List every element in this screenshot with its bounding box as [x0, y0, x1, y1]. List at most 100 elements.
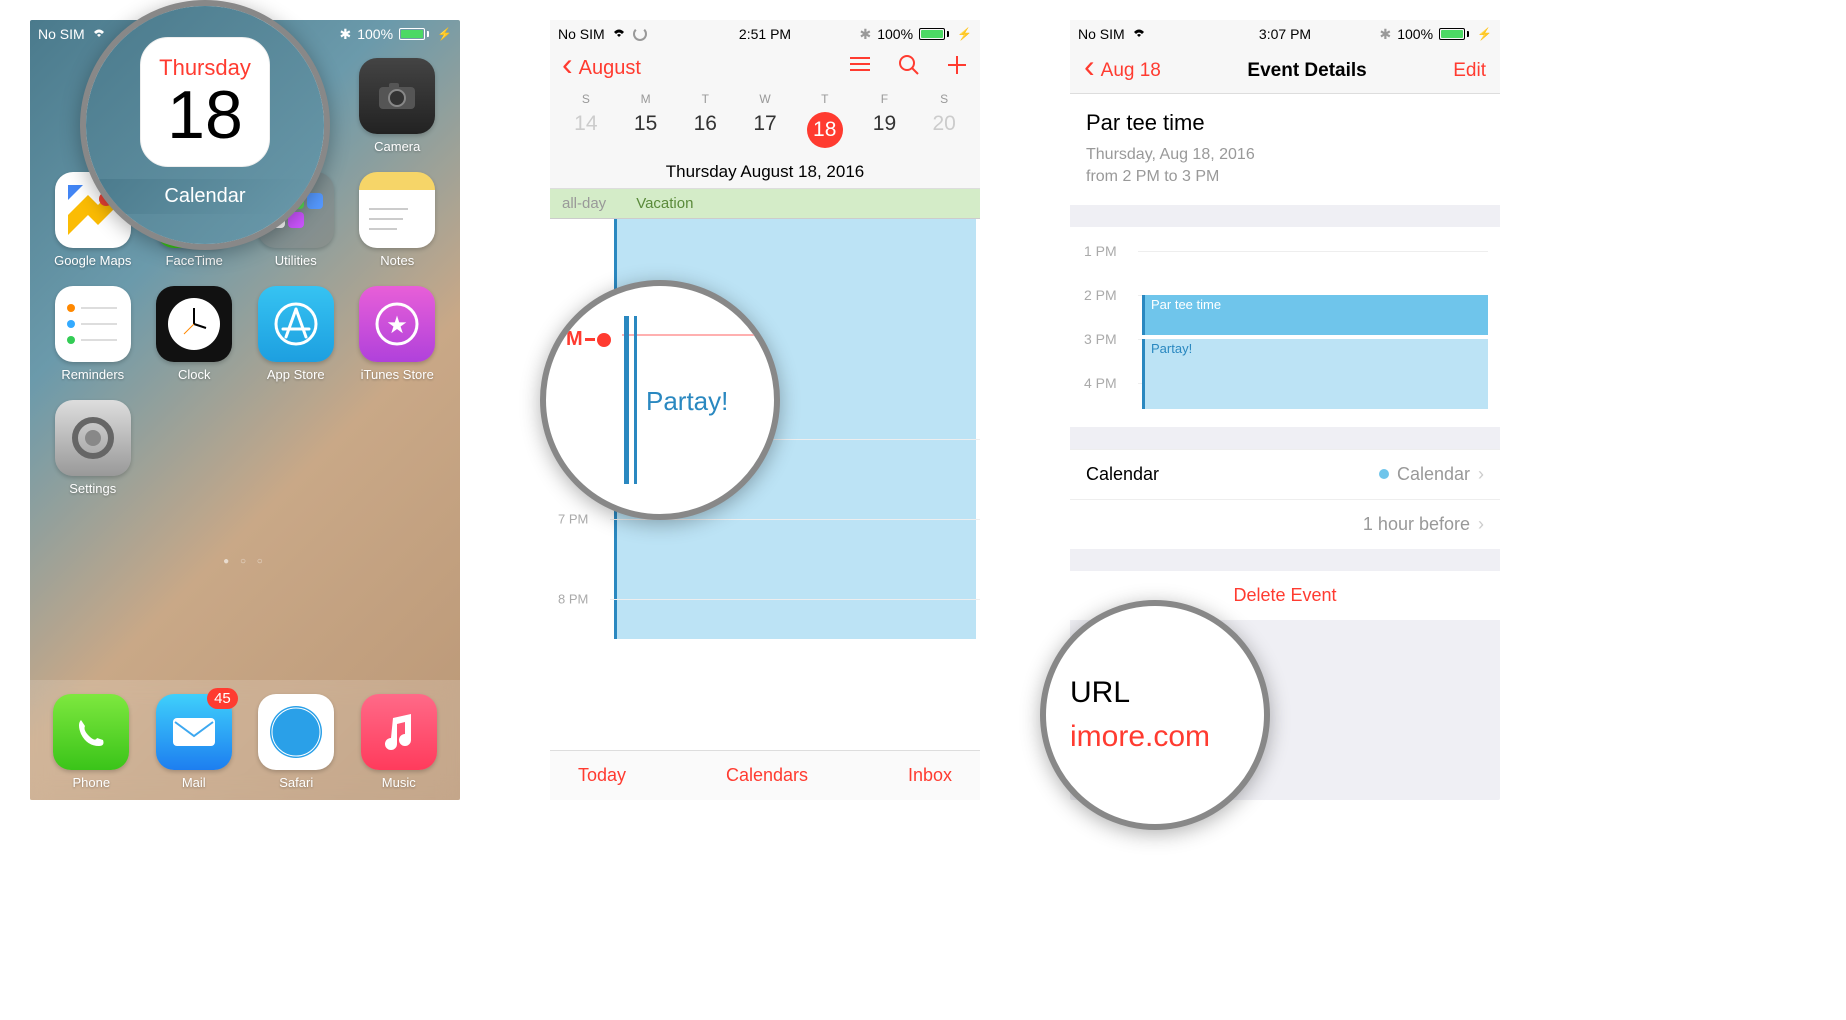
- app-label: Reminders: [61, 367, 124, 382]
- appstore-icon: [258, 286, 334, 362]
- app-settings[interactable]: Settings: [48, 400, 138, 496]
- weekday: T: [675, 92, 735, 106]
- settings-icon: [55, 400, 131, 476]
- calendar-app-icon[interactable]: Thursday 18: [140, 37, 270, 167]
- mini-schedule: 1 PM 2 PM 3 PM 4 PM Par tee time Partay!: [1070, 227, 1500, 427]
- hour-label: 2 PM: [1084, 287, 1117, 303]
- charging-icon: ⚡: [1477, 27, 1492, 41]
- wifi-icon: [611, 26, 627, 42]
- url-label: URL: [1070, 676, 1130, 710]
- weekday: T: [795, 92, 855, 106]
- calendar-day-view: No SIM 2:51 PM ✱ 100% ⚡ August S M T W T…: [550, 20, 980, 800]
- event-date: Thursday, Aug 18, 2016: [1086, 144, 1484, 166]
- page-title: Event Details: [1247, 60, 1366, 82]
- time-label: 3:07 PM: [1259, 26, 1311, 42]
- app-clock[interactable]: Clock: [150, 286, 240, 382]
- date-cell[interactable]: 16: [675, 112, 735, 148]
- app-label: Mail: [182, 775, 206, 790]
- notes-icon: [359, 172, 435, 248]
- calendars-button[interactable]: Calendars: [726, 765, 808, 786]
- mini-event[interactable]: Par tee time: [1142, 295, 1488, 335]
- row-value: 1 hour before: [1363, 514, 1470, 535]
- date-cell[interactable]: 17: [735, 112, 795, 148]
- chevron-left-icon: [562, 56, 577, 81]
- now-dot-icon: [597, 333, 611, 347]
- app-music[interactable]: Music: [361, 694, 437, 790]
- app-safari[interactable]: Safari: [258, 694, 334, 790]
- app-itunes[interactable]: ★ iTunes Store: [353, 286, 443, 382]
- back-button[interactable]: August: [562, 56, 641, 81]
- zoom-callout-event: M Partay!: [540, 280, 780, 520]
- app-mail[interactable]: 45 Mail: [156, 694, 232, 790]
- carrier-label: No SIM: [1078, 26, 1125, 42]
- status-bar: No SIM 3:07 PM ✱ 100% ⚡: [1070, 20, 1500, 48]
- event-details-view: No SIM 3:07 PM ✱ 100% ⚡ Aug 18 Event Det…: [1070, 20, 1500, 800]
- event-title[interactable]: Partay!: [646, 386, 728, 417]
- search-icon[interactable]: [898, 54, 920, 82]
- inbox-button[interactable]: Inbox: [908, 765, 952, 786]
- wifi-icon: [1131, 26, 1147, 42]
- app-notes[interactable]: Notes: [353, 172, 443, 268]
- now-label: M: [566, 328, 583, 351]
- add-event-icon[interactable]: [946, 54, 968, 82]
- row-value: Calendar: [1397, 464, 1470, 485]
- clock-icon: [156, 286, 232, 362]
- weekday-header: S M T W T F S: [550, 88, 980, 108]
- url-value[interactable]: imore.com: [1070, 720, 1210, 754]
- mini-event[interactable]: Partay!: [1142, 339, 1488, 409]
- carrier-label: No SIM: [38, 26, 85, 42]
- date-cell[interactable]: 14: [556, 112, 616, 148]
- page-dots[interactable]: ● ○ ○: [30, 556, 460, 567]
- mail-icon: 45: [156, 694, 232, 770]
- list-view-icon[interactable]: [848, 54, 872, 82]
- app-camera[interactable]: Camera: [353, 58, 443, 154]
- chevron-right-icon: ›: [1478, 514, 1484, 535]
- battery-icon: [1439, 28, 1469, 40]
- date-cell-selected[interactable]: 18: [795, 112, 855, 148]
- app-label: FaceTime: [166, 253, 223, 268]
- app-phone[interactable]: Phone: [53, 694, 129, 790]
- app-label: Phone: [72, 775, 110, 790]
- today-button[interactable]: Today: [578, 765, 626, 786]
- day-number: 18: [167, 81, 243, 149]
- bluetooth-icon: ✱: [340, 26, 352, 43]
- event-time: from 2 PM to 3 PM: [1086, 166, 1484, 188]
- nav-bar: August: [550, 48, 980, 88]
- hour-label: 8 PM: [558, 592, 588, 607]
- back-label: August: [579, 57, 641, 80]
- all-day-label: all-day: [562, 195, 606, 212]
- bluetooth-icon: ✱: [860, 26, 872, 43]
- app-reminders[interactable]: Reminders: [48, 286, 138, 382]
- date-cell[interactable]: 20: [914, 112, 974, 148]
- camera-icon: [359, 58, 435, 134]
- app-label: Calendar: [86, 179, 324, 214]
- weekday: W: [735, 92, 795, 106]
- row-label: Calendar: [1086, 464, 1159, 485]
- charging-icon: ⚡: [957, 27, 972, 41]
- chevron-right-icon: ›: [1478, 464, 1484, 485]
- all-day-row[interactable]: all-day Vacation: [550, 189, 980, 219]
- weekday: F: [855, 92, 915, 106]
- date-cell[interactable]: 19: [855, 112, 915, 148]
- zoom-callout-url: URL imore.com: [1040, 600, 1270, 830]
- battery-percent: 100%: [1397, 26, 1433, 42]
- edit-button[interactable]: Edit: [1453, 60, 1486, 82]
- weekday: S: [914, 92, 974, 106]
- charging-icon: ⚡: [437, 27, 452, 41]
- app-label: Google Maps: [54, 253, 131, 268]
- weekday: S: [556, 92, 616, 106]
- alert-row[interactable]: 1 hour before ›: [1070, 499, 1500, 549]
- date-cell[interactable]: 15: [616, 112, 676, 148]
- svg-text:★: ★: [386, 312, 408, 339]
- event-title: Par tee time: [1086, 110, 1484, 136]
- back-button[interactable]: Aug 18: [1084, 58, 1161, 83]
- battery-percent: 100%: [877, 26, 913, 42]
- chevron-left-icon: [1084, 58, 1099, 83]
- calendar-row[interactable]: Calendar Calendar ›: [1070, 449, 1500, 499]
- zoom-callout-calendar: Thursday 18 Calendar: [80, 0, 330, 250]
- app-appstore[interactable]: App Store: [251, 286, 341, 382]
- date-row: 14 15 16 17 18 19 20: [550, 108, 980, 156]
- bottom-toolbar: Today Calendars Inbox: [550, 750, 980, 800]
- music-icon: [361, 694, 437, 770]
- battery-icon: [919, 28, 949, 40]
